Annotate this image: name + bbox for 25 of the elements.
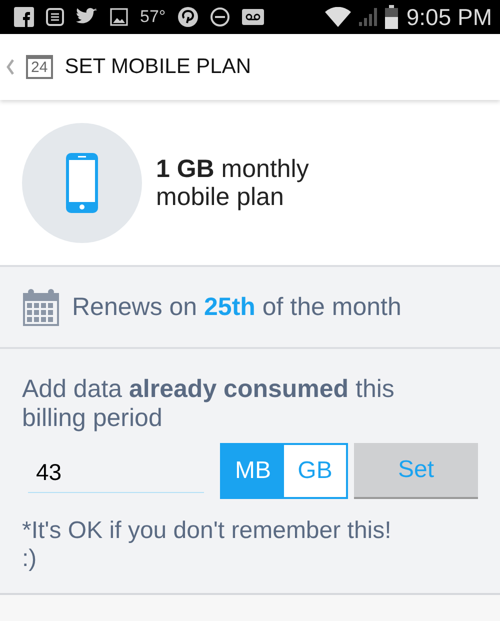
temperature: 57°	[140, 7, 166, 27]
note-text: *It's OK if you don't remember this! :)	[22, 517, 392, 573]
calendar-day-icon: 24	[26, 55, 53, 79]
renewal-date: Renews on 25th of the month	[72, 292, 402, 322]
image-icon	[110, 8, 128, 26]
list-icon	[46, 8, 64, 26]
minus-circle-icon	[210, 7, 230, 27]
consumed-prompt: Add data already consumed this billing period	[22, 375, 396, 433]
plan-description: 1 GB monthly mobile plan	[156, 154, 310, 210]
voicemail-icon	[242, 9, 264, 25]
phone-icon	[66, 152, 98, 212]
battery-icon	[385, 5, 398, 29]
calendar-icon	[22, 288, 60, 326]
pin-icon	[178, 7, 198, 27]
bird-icon	[76, 8, 98, 26]
back-icon[interactable]	[6, 59, 14, 75]
clock: 9:05 PM	[406, 4, 492, 30]
wifi-icon	[325, 7, 352, 27]
facebook-icon	[14, 7, 34, 27]
signal-icon	[359, 8, 378, 26]
page-title: SET MOBILE PLAN	[64, 55, 252, 79]
amount-field[interactable]: 43	[28, 449, 204, 493]
set-button[interactable]: Set	[354, 443, 478, 499]
unit-option[interactable]: GB	[284, 445, 346, 497]
unit-option[interactable]: MB	[222, 445, 284, 497]
